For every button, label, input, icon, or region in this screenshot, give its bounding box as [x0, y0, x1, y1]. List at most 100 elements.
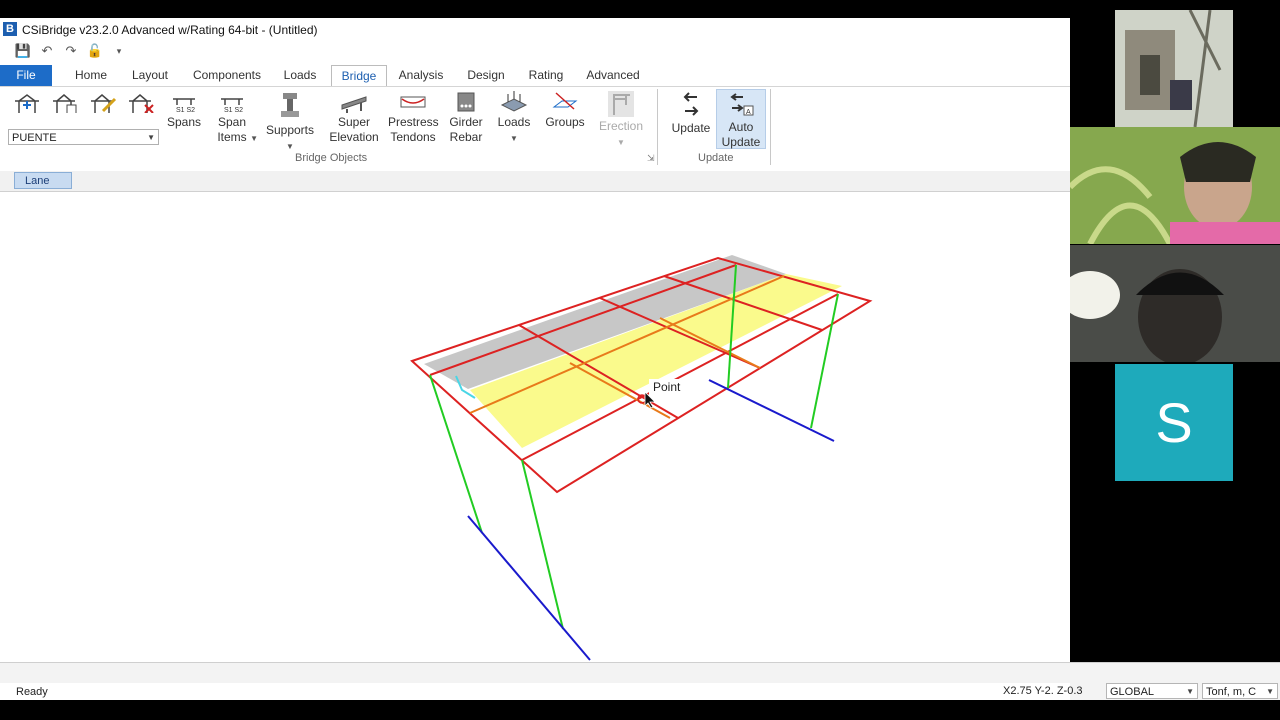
auto-update-label-2: Update [721, 135, 761, 149]
update-label: Update [671, 121, 711, 135]
groups-label: Groups [545, 115, 585, 129]
modify-layout-line-button[interactable] [88, 91, 118, 115]
erection-icon [608, 91, 634, 117]
super-elevation-button[interactable]: Super Elevation [326, 91, 382, 145]
column [810, 293, 839, 429]
spans-label: Spans [166, 115, 202, 129]
add-layout-line-button[interactable] [12, 91, 42, 115]
participant-video-1 [1115, 10, 1233, 127]
tab-advanced[interactable]: Advanced [582, 65, 644, 86]
status-text: Ready [16, 686, 48, 698]
group-label-bridge-objects: Bridge Objects [295, 152, 368, 164]
csibridge-window: B CSiBridge v23.2.0 Advanced w/Rating 64… [0, 18, 1070, 700]
prestress-tendons-icon [400, 96, 426, 108]
super-elevation-label-2: Elevation [329, 130, 379, 144]
participant-video-2 [1070, 127, 1280, 244]
undo-icon[interactable]: ↶ [38, 43, 56, 59]
update-icon [683, 92, 699, 116]
tab-layout[interactable]: Layout [124, 65, 176, 86]
update-button[interactable]: Update [670, 91, 712, 136]
super-elevation-label: Super [337, 115, 371, 129]
bridge-add-icon [15, 94, 39, 113]
video-tile-3 [1070, 245, 1280, 362]
bridge-edit-icon [91, 94, 117, 113]
auto-update-label: Auto [728, 120, 754, 134]
spans-icon: S1 S2 [173, 98, 195, 113]
ribbon-separator [770, 89, 771, 165]
tab-rating[interactable]: Rating [520, 65, 572, 86]
prestress-tendons-button[interactable]: Prestress Tendons [388, 91, 439, 145]
super-elevation-icon [341, 96, 367, 113]
groups-icon [552, 92, 578, 110]
tab-analysis[interactable]: Analysis [394, 65, 448, 86]
lane-view-tab[interactable]: Lane [14, 172, 72, 189]
girder-label: Girder [449, 115, 483, 129]
save-icon[interactable]: 💾 [14, 43, 32, 59]
span-items-label: Span [217, 115, 247, 129]
cursor-coordinates: X2.75 Y-2. Z-0.3 [1003, 685, 1083, 697]
video-tile-1 [1070, 10, 1280, 127]
dialog-launcher-icon[interactable]: ⇲ [647, 153, 655, 164]
chevron-down-icon: ▼ [617, 138, 625, 147]
chevron-down-icon: ▼ [286, 142, 294, 151]
chevron-down-icon: ▼ [1266, 687, 1274, 696]
bridge-model-drawing [410, 255, 873, 661]
video-tile-2 [1070, 127, 1280, 244]
chevron-down-icon: ▼ [510, 134, 518, 143]
span-items-button[interactable]: S1 S2 Span Items ▼ [212, 91, 258, 145]
participant-video-3 [1070, 245, 1280, 362]
groups-button[interactable]: Groups [544, 91, 586, 130]
chevron-down-icon: ▼ [250, 134, 258, 143]
prestress-label-2: Tendons [390, 130, 436, 144]
tab-bridge[interactable]: Bridge [331, 65, 387, 87]
supports-button[interactable]: Supports ▼ [264, 91, 316, 154]
ribbon-panel: PUENTE ▼ S1 S2 Spans S1 S2 Span Items ▼ [0, 86, 1070, 172]
layout-line-select[interactable]: PUENTE ▼ [8, 129, 159, 145]
customize-icon[interactable]: ▾ [110, 43, 128, 59]
auto-update-icon: A [730, 93, 754, 116]
quick-access-toolbar: 💾 ↶ ↷ 🔓 ▾ [14, 42, 128, 60]
participant-avatar: S [1115, 364, 1233, 481]
tab-home[interactable]: Home [68, 65, 114, 86]
units-select[interactable]: Tonf, m, C ▼ [1202, 683, 1278, 699]
bridge-copy-icon [53, 94, 77, 113]
spans-button[interactable]: S1 S2 Spans [166, 91, 202, 130]
erection-label: Erection [598, 119, 644, 133]
ribbon-tabs: File Home Layout Components Loads Bridge… [0, 65, 1070, 87]
tab-file[interactable]: File [0, 65, 52, 86]
tab-loads[interactable]: Loads [278, 65, 322, 86]
loads-button[interactable]: Loads ▼ [494, 91, 534, 146]
auto-update-button[interactable]: A Auto Update [716, 89, 766, 149]
model-3d-viewport[interactable]: Point [0, 192, 1070, 682]
span-items-label-2: Items [217, 130, 247, 144]
prestress-label: Prestress [388, 115, 439, 129]
redo-icon[interactable]: ↷ [62, 43, 80, 59]
coord-system-value: GLOBAL [1110, 686, 1155, 698]
erection-button: Erection ▼ [598, 91, 644, 150]
chevron-down-icon: ▼ [1186, 687, 1194, 696]
svg-text:S1 S2: S1 S2 [176, 107, 195, 113]
title-bar: B CSiBridge v23.2.0 Advanced w/Rating 64… [0, 18, 1070, 40]
units-value: Tonf, m, C [1206, 686, 1257, 698]
supports-icon [281, 93, 299, 117]
tab-components[interactable]: Components [186, 65, 268, 86]
view-tab-bar: Lane [0, 171, 1070, 192]
copy-layout-line-button[interactable] [50, 91, 80, 115]
lock-icon[interactable]: 🔓 [86, 43, 104, 59]
girder-label-2: Rebar [449, 130, 483, 144]
foundation-line [467, 515, 591, 661]
group-label-update: Update [698, 152, 734, 164]
chevron-down-icon: ▼ [147, 133, 155, 142]
column [429, 374, 483, 534]
delete-layout-line-button[interactable] [126, 91, 156, 115]
svg-text:S1 S2: S1 S2 [224, 107, 243, 113]
ribbon-separator [657, 89, 658, 165]
bridge-delete-icon [129, 94, 154, 113]
supports-label: Supports [265, 123, 315, 137]
girder-rebar-button[interactable]: Girder Rebar [446, 91, 486, 145]
tab-design[interactable]: Design [460, 65, 512, 86]
app-logo-icon: B [3, 22, 17, 36]
coord-system-select[interactable]: GLOBAL ▼ [1106, 683, 1198, 699]
layout-line-value: PUENTE [12, 132, 57, 144]
window-title: CSiBridge v23.2.0 Advanced w/Rating 64-b… [22, 23, 318, 37]
